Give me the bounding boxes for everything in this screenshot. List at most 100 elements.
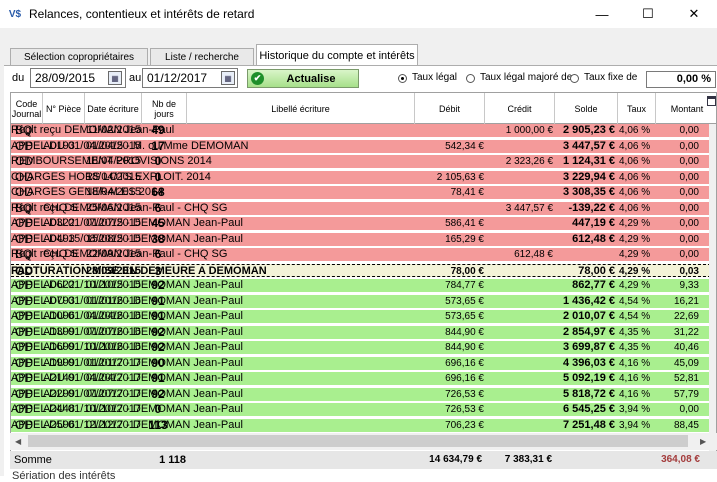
tab-liste-recherche[interactable]: Liste / recherche: [150, 48, 254, 66]
cell-taux: 4,16 %: [619, 388, 651, 400]
cell-taux: 4,29 %: [619, 249, 651, 260]
cell-solde: 2 010,07 €: [563, 310, 615, 322]
totals-label: Somme: [14, 454, 52, 466]
close-icon[interactable]: ✕: [671, 0, 717, 28]
scroll-right-icon[interactable]: ▶: [700, 437, 706, 446]
table-row[interactable]: OD A2448 01/10/2017 0 APPEL DU 01/10/2017 - …: [11, 403, 711, 416]
cell-debit: 573,65 €: [445, 295, 484, 307]
cell-debit: [416, 155, 484, 168]
table-row[interactable]: OD A2596 01/12/2017 113 APPEL DU 01/12/2017 …: [11, 418, 711, 432]
cell-taux: 4,06 %: [619, 202, 651, 214]
cell-debit: 78,00 €: [450, 265, 484, 277]
table-row[interactable]: OD 18/04/2015 68 CHARGES GENERALES 2014 78,4…: [11, 186, 711, 199]
cell-debit: 784,77 €: [445, 280, 484, 291]
tab-selection-coproprietaires[interactable]: Sélection copropriétaires: [10, 48, 148, 66]
table-row[interactable]: OD A2149 01/04/2017 91 APPEL DU 01/04/2017 -…: [11, 372, 711, 385]
cell-solde: 5 818,72 €: [563, 387, 615, 400]
totals-nb-jours: 1 118: [159, 454, 186, 466]
table-row[interactable]: OD A0793 01/01/2016 91 APPEL DU 01/01/2016 -…: [11, 294, 711, 308]
radio-taux-fixe[interactable]: [570, 74, 579, 83]
cell-libelle: Règlt reçu DEMOMAN Jean-Paul - CHQ SG: [11, 201, 228, 214]
scroll-thumb[interactable]: [28, 435, 688, 447]
table-row[interactable]: OD A1096 01/04/2016 91 APPEL DU 01/04/2016 -…: [11, 310, 711, 323]
cell-credit: [486, 265, 553, 278]
cell-taux: 4,06 %: [619, 171, 651, 183]
window-title: Relances, contentieux et intérêts de ret…: [29, 7, 255, 21]
scroll-left-icon[interactable]: ◀: [15, 437, 21, 446]
table-row[interactable]: OD A1699 01/10/2016 92 APPEL DU 01/10/2016 -…: [11, 341, 711, 354]
cell-debit: 696,16 €: [445, 373, 484, 384]
maximize-icon[interactable]: ☐: [625, 0, 671, 28]
table-row[interactable]: BQ CHQ S 25/06/2015 6 Règlt reçu DEMOMAN Jea…: [11, 201, 711, 215]
cell-solde: 3 447,57 €: [563, 139, 615, 152]
cell-libelle: Règlt reçu DEMOMAN Jean-Paul - CHQ SG: [11, 248, 228, 260]
totals-debit: 14 634,79 €: [429, 454, 482, 465]
cell-credit: [486, 419, 553, 432]
cell-debit: 844,90 €: [445, 326, 484, 338]
cell-credit: [486, 357, 553, 370]
cell-debit: 586,41 €: [445, 218, 484, 229]
table-row[interactable]: OD 28/09/2015 3 FACTURATION MISE EN DEMEURE…: [11, 263, 711, 278]
cell-credit: [486, 186, 553, 199]
trash-icon[interactable]: [707, 96, 716, 106]
radio-taux-fixe-label: Taux fixe de: [584, 72, 638, 83]
cell-solde: 5 092,19 €: [563, 372, 615, 384]
cell-solde: [555, 248, 615, 261]
table-row[interactable]: OD A0322 01/07/2015 45 APPEL DU 01/07/2015 -…: [11, 217, 711, 230]
cell-montant: 0,03: [679, 265, 699, 277]
table-row[interactable]: OD A0622 01/10/2015 92 APPEL DU 01/10/2015 -…: [11, 279, 711, 292]
cell-debit: 542,34 €: [445, 140, 484, 152]
cell-montant: 0,00: [679, 187, 699, 198]
cell-credit: [486, 217, 553, 230]
table-row[interactable]: OD A1399 01/07/2016 92 APPEL DU 01/07/2016 -…: [11, 325, 711, 339]
table-row[interactable]: BQ CHQ S 22/09/2015 6 Règlt reçu DEMOMAN Jea…: [11, 248, 711, 261]
cell-debit: [416, 248, 484, 261]
minimize-icon[interactable]: —: [579, 0, 625, 28]
calendar-from-icon[interactable]: ▦: [108, 71, 122, 85]
actualise-button[interactable]: ✔ Actualise: [247, 69, 359, 88]
cell-solde: 612,48 €: [572, 232, 615, 245]
window-controls: — ☐ ✕: [579, 0, 717, 28]
col-nb-jours[interactable]: Nb de jours: [142, 93, 187, 124]
table-row[interactable]: OD A0493 15/08/2015 38 APPEL DU 15/08/2015 -…: [11, 232, 711, 246]
cell-credit: 612,48 €: [514, 249, 553, 260]
horizontal-scrollbar[interactable]: ◀ ▶: [10, 433, 717, 450]
col-piece[interactable]: N° Pièce: [43, 93, 85, 124]
cell-solde: 3 308,35 €: [563, 186, 615, 198]
table-row[interactable]: OD A0193 01/04/2015 17 APPEL DU 01/04/2015 -…: [11, 139, 711, 153]
col-credit[interactable]: Crédit: [485, 93, 555, 124]
cell-solde: 447,19 €: [572, 217, 615, 229]
cell-libelle: FACTURATION MISE EN DEMEURE A DEMOMAN: [11, 264, 267, 277]
col-libelle[interactable]: Libellé écriture: [187, 93, 415, 124]
date-toolbar: du 28/09/2015 ▦ au 01/12/2017 ▦ ✔ Actual…: [4, 66, 717, 92]
cell-credit: [486, 295, 553, 308]
col-montant[interactable]: Montant: [656, 93, 716, 124]
cell-libelle: APPEL DU 01/01/2017 - DEMOMAN Jean-Paul: [11, 356, 243, 369]
col-debit[interactable]: Débit: [415, 93, 485, 124]
cell-montant: 0,00: [679, 140, 699, 152]
col-taux[interactable]: Taux: [618, 93, 656, 124]
rate-input[interactable]: 0,00 %: [646, 71, 716, 88]
cell-taux: 4,06 %: [619, 187, 651, 198]
cell-taux: 4,06 %: [619, 140, 651, 152]
table-row[interactable]: OD 18/04/2015 0 REMBOURSEMENT PROVISIONS 20…: [11, 155, 711, 168]
cell-libelle: APPEL DU 01/10/2016 - DEMOMAN Jean-Paul: [11, 341, 243, 353]
calendar-to-icon[interactable]: ▦: [221, 71, 235, 85]
radio-taux-legal[interactable]: [398, 74, 407, 83]
col-date[interactable]: Date écriture: [85, 93, 142, 124]
vertical-scrollbar[interactable]: [709, 124, 716, 451]
radio-taux-majore[interactable]: [466, 74, 475, 83]
table-row[interactable]: BQ 11/02/2015 49 Règlt reçu DEMOMAN Jean-Pa…: [11, 124, 711, 137]
cell-montant: 0,00: [679, 249, 699, 260]
tab-historique[interactable]: Historique du compte et intérêts: [256, 44, 418, 66]
table-row[interactable]: OD A1999 01/01/2017 90 APPEL DU 01/01/2017 -…: [11, 356, 711, 370]
cell-solde: 78,00 €: [578, 264, 615, 277]
table-row[interactable]: OD 18/04/2015 0 CHARGES HORS LOTS EXPLOIT. …: [11, 170, 711, 184]
cell-solde: 862,77 €: [572, 279, 615, 291]
table-row[interactable]: OD A2299 01/07/2017 92 APPEL DU 01/07/2017 -…: [11, 387, 711, 401]
col-code-journal[interactable]: Code Journal: [11, 93, 43, 124]
cell-credit: [486, 403, 553, 416]
cell-libelle: CHARGES GENERALES 2014: [11, 186, 164, 198]
col-solde[interactable]: Solde: [555, 93, 618, 124]
cell-libelle: CHARGES HORS LOTS EXPLOIT. 2014: [11, 170, 211, 183]
